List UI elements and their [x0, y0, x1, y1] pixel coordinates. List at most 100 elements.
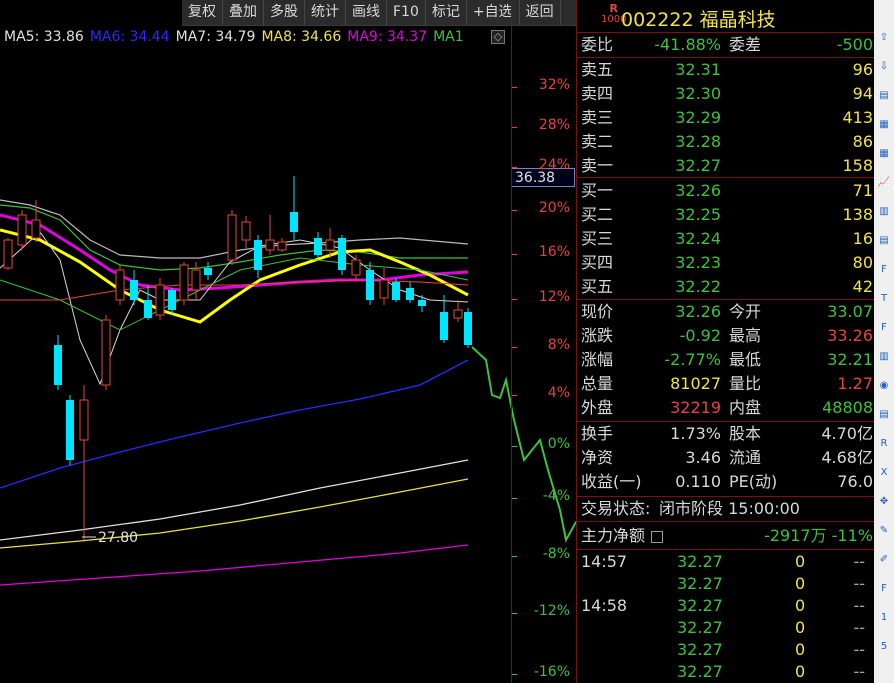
candle-body	[101, 319, 111, 386]
bid-price: 32.23	[675, 253, 721, 272]
ma-legend-item: MA5: 33.86	[4, 29, 84, 45]
pct-tick-label: 4%	[547, 385, 570, 401]
fundamental-label-2: 股本	[729, 424, 762, 443]
excel-icon[interactable]: X	[876, 465, 892, 481]
candle-body	[392, 282, 400, 300]
chart-icon[interactable]: ▤	[876, 88, 892, 104]
kline-chart-area[interactable]: 27.80 复权 叠加 多股 统计 画线 F10 标记 +自选 返回 MA5: 33.86 MA6…	[0, 0, 576, 683]
candlesticks	[3, 176, 472, 540]
tick-volume: 0	[795, 574, 806, 593]
bid-label: 买三	[581, 229, 614, 248]
candle-body	[179, 264, 189, 301]
toolbar-button-6[interactable]: 标记	[426, 0, 467, 25]
main-flow-row[interactable]: 主力净额 -2917万 -11%	[577, 524, 875, 547]
low-price-label: 27.80	[98, 530, 138, 546]
fundamental-label: 净资	[581, 448, 614, 467]
f10-icon[interactable]: F	[876, 262, 892, 278]
candle-body	[351, 259, 361, 276]
f2-icon[interactable]: F	[876, 320, 892, 336]
num-5[interactable]: 5	[876, 639, 892, 655]
bid-row: 买二 32.25 138	[577, 203, 875, 226]
list-icon[interactable]: ▤	[876, 233, 892, 249]
grid-icon[interactable]: ▦	[876, 117, 892, 133]
candle-body	[325, 239, 335, 251]
toolbar-button-5[interactable]: F10	[387, 0, 426, 25]
pct-tick-label: -8%	[542, 546, 570, 562]
quote-label: 外盘	[581, 398, 614, 417]
bid-volume: 80	[852, 253, 873, 272]
kline-icon[interactable]: ▥	[876, 349, 892, 365]
ma-legend-item: MA9: 34.37	[347, 29, 428, 45]
toolbar-button-3[interactable]: 统计	[305, 0, 346, 25]
toolbar-button-0[interactable]: 复权	[182, 0, 223, 25]
rs-icon[interactable]: R	[876, 436, 892, 452]
tick-row: 32.27 0 --	[577, 661, 875, 683]
flow-detail-icon[interactable]	[651, 530, 664, 543]
fundamental-value: 1.73%	[670, 424, 721, 443]
quote-value: 32219	[670, 398, 721, 417]
text-icon[interactable]: T	[876, 291, 892, 307]
down-arrow-icon[interactable]: ⇩	[876, 59, 892, 75]
quote-value: 32.26	[675, 302, 721, 321]
ma-line-yellow-long	[0, 478, 469, 549]
bid-price: 32.26	[675, 181, 721, 200]
bid-price: 32.22	[675, 277, 721, 296]
bid-row: 买一 32.26 71	[577, 179, 875, 202]
quote-row: 涨幅 -2.77% 最低 32.21	[577, 348, 875, 371]
candle-body	[366, 270, 374, 300]
bid-label: 买五	[581, 277, 614, 296]
ask-price: 32.28	[675, 132, 721, 151]
fundamental-value-2: 4.68亿	[821, 448, 873, 467]
ask-label: 卖一	[581, 156, 614, 175]
fundamental-value: 3.46	[685, 448, 721, 467]
side-toolbar: ⇧ ⇩ ▤ ▦ ▦ 📈 ▥ ▤ F T F ▥ ◉ ▤ R X ✥ ✎ ✐ F 1 5	[874, 0, 894, 683]
move-icon[interactable]: ✥	[876, 494, 892, 510]
fundamental-row: 净资 3.46 流通 4.68亿	[577, 446, 875, 469]
grid-icon-2[interactable]: ▦	[876, 146, 892, 162]
ask-price: 32.31	[675, 60, 721, 79]
stock-code-name: 002222 福晶科技	[621, 9, 776, 31]
tick-volume: 0	[795, 662, 806, 681]
quote-label: 现价	[581, 302, 614, 321]
ask-volume: 96	[852, 60, 873, 79]
pct-tick-label: 32%	[538, 77, 570, 93]
tick-price: 32.27	[677, 596, 723, 615]
tick-direction: --	[853, 640, 865, 659]
ma-legend-toggle-icon[interactable]: ◇	[491, 30, 505, 44]
bid-label: 买一	[581, 181, 614, 200]
candle-body	[3, 239, 13, 269]
bar-icon[interactable]: ▤	[876, 407, 892, 423]
fundamental-row: 换手 1.73% 股本 4.70亿	[577, 422, 875, 445]
quote-value-2: 33.26	[827, 326, 873, 345]
pct-tick-label: 20%	[538, 200, 570, 216]
candle-icon[interactable]: ▥	[876, 204, 892, 220]
ask-label: 卖三	[581, 108, 614, 127]
bid-volume: 42	[852, 277, 873, 296]
trend-icon[interactable]: 📈	[876, 175, 892, 191]
quote-label: 涨跌	[581, 326, 614, 345]
ask-volume: 413	[842, 108, 873, 127]
circle-icon[interactable]: ◉	[876, 378, 892, 394]
fundamental-label-2: PE(动)	[729, 472, 778, 491]
ask-volume: 94	[852, 84, 873, 103]
num-1[interactable]: 1	[876, 610, 892, 626]
kline-chart-svg[interactable]: 27.80	[0, 0, 576, 683]
quote-row: 涨跌 -0.92 最高 33.26	[577, 324, 875, 347]
candle-body	[66, 400, 74, 460]
pencil-icon[interactable]: ✎	[876, 523, 892, 539]
candle-body	[79, 399, 89, 441]
up-arrow-icon[interactable]: ⇧	[876, 30, 892, 46]
candle-body	[453, 309, 463, 319]
tick-price: 32.27	[677, 618, 723, 637]
ask-volume: 86	[852, 132, 873, 151]
pen-icon[interactable]: ✐	[876, 552, 892, 568]
toolbar-button-1[interactable]: 叠加	[223, 0, 264, 25]
fs-icon[interactable]: F	[876, 581, 892, 597]
toolbar-button-2[interactable]: 多股	[264, 0, 305, 25]
tick-volume: 0	[795, 596, 806, 615]
candle-body	[290, 212, 298, 232]
toolbar-button-4[interactable]: 画线	[346, 0, 387, 25]
fundamental-label: 收益(一)	[581, 472, 642, 491]
ma-legend-item: MA1	[433, 29, 464, 45]
candle-body	[204, 268, 212, 275]
